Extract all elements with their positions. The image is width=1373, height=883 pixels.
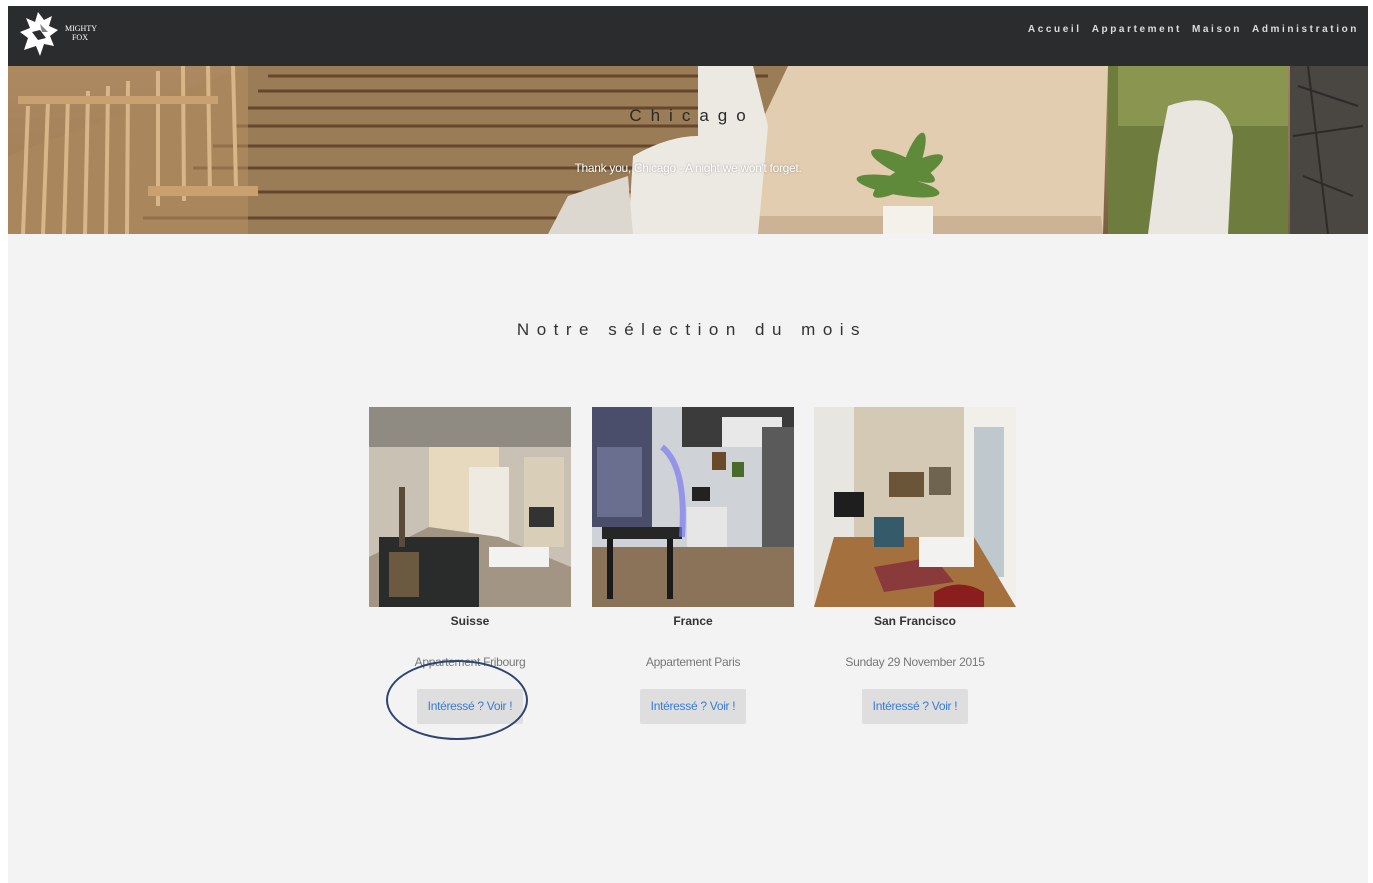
property-card-suisse: Suisse Appartement Fribourg Intéressé ? …: [369, 407, 571, 727]
main-nav: Accueil Appartement Maison Administratio…: [1018, 24, 1359, 35]
property-card-france: France Appartement Paris Intéressé ? Voi…: [592, 407, 794, 727]
navbar: MIGHTY FOX Accueil Appartement Maison Ad…: [8, 6, 1368, 66]
property-photo[interactable]: [369, 407, 571, 607]
page: MIGHTY FOX Accueil Appartement Maison Ad…: [8, 6, 1368, 883]
hero-subtitle: Thank you, Chicago - A night we won't fo…: [574, 161, 802, 175]
fox-head-icon: [20, 12, 58, 56]
hero-banner: Chicago Thank you, Chicago - A night we …: [8, 66, 1368, 234]
interested-button[interactable]: Intéressé ? Voir !: [417, 689, 523, 724]
property-description: Sunday 29 November 2015: [845, 655, 985, 669]
property-card-san-francisco: San Francisco Sunday 29 November 2015 In…: [814, 407, 1016, 727]
property-city: San Francisco: [873, 614, 957, 628]
property-photo[interactable]: [592, 407, 794, 607]
nav-item-administration[interactable]: Administration: [1252, 24, 1359, 35]
property-description: Appartement Fribourg: [414, 655, 526, 669]
brand-line2: FOX: [71, 33, 88, 42]
property-city: Suisse: [450, 614, 490, 628]
property-city: France: [673, 614, 713, 628]
hero-background-image: [8, 66, 1368, 234]
section-title: Notre sélection du mois: [516, 320, 868, 339]
nav-item-appartement[interactable]: Appartement: [1092, 24, 1182, 35]
nav-item-maison[interactable]: Maison: [1192, 24, 1242, 35]
hero-title: Chicago: [629, 106, 755, 125]
property-photo[interactable]: [814, 407, 1016, 607]
interested-button[interactable]: Intéressé ? Voir !: [862, 689, 968, 724]
brand-name: MIGHTY FOX: [65, 24, 97, 42]
property-description: Appartement Paris: [645, 655, 741, 669]
interested-button[interactable]: Intéressé ? Voir !: [640, 689, 746, 724]
brand-logo[interactable]: MIGHTY FOX: [18, 10, 98, 60]
brand-line1: MIGHTY: [65, 24, 97, 33]
nav-item-accueil[interactable]: Accueil: [1028, 24, 1082, 35]
